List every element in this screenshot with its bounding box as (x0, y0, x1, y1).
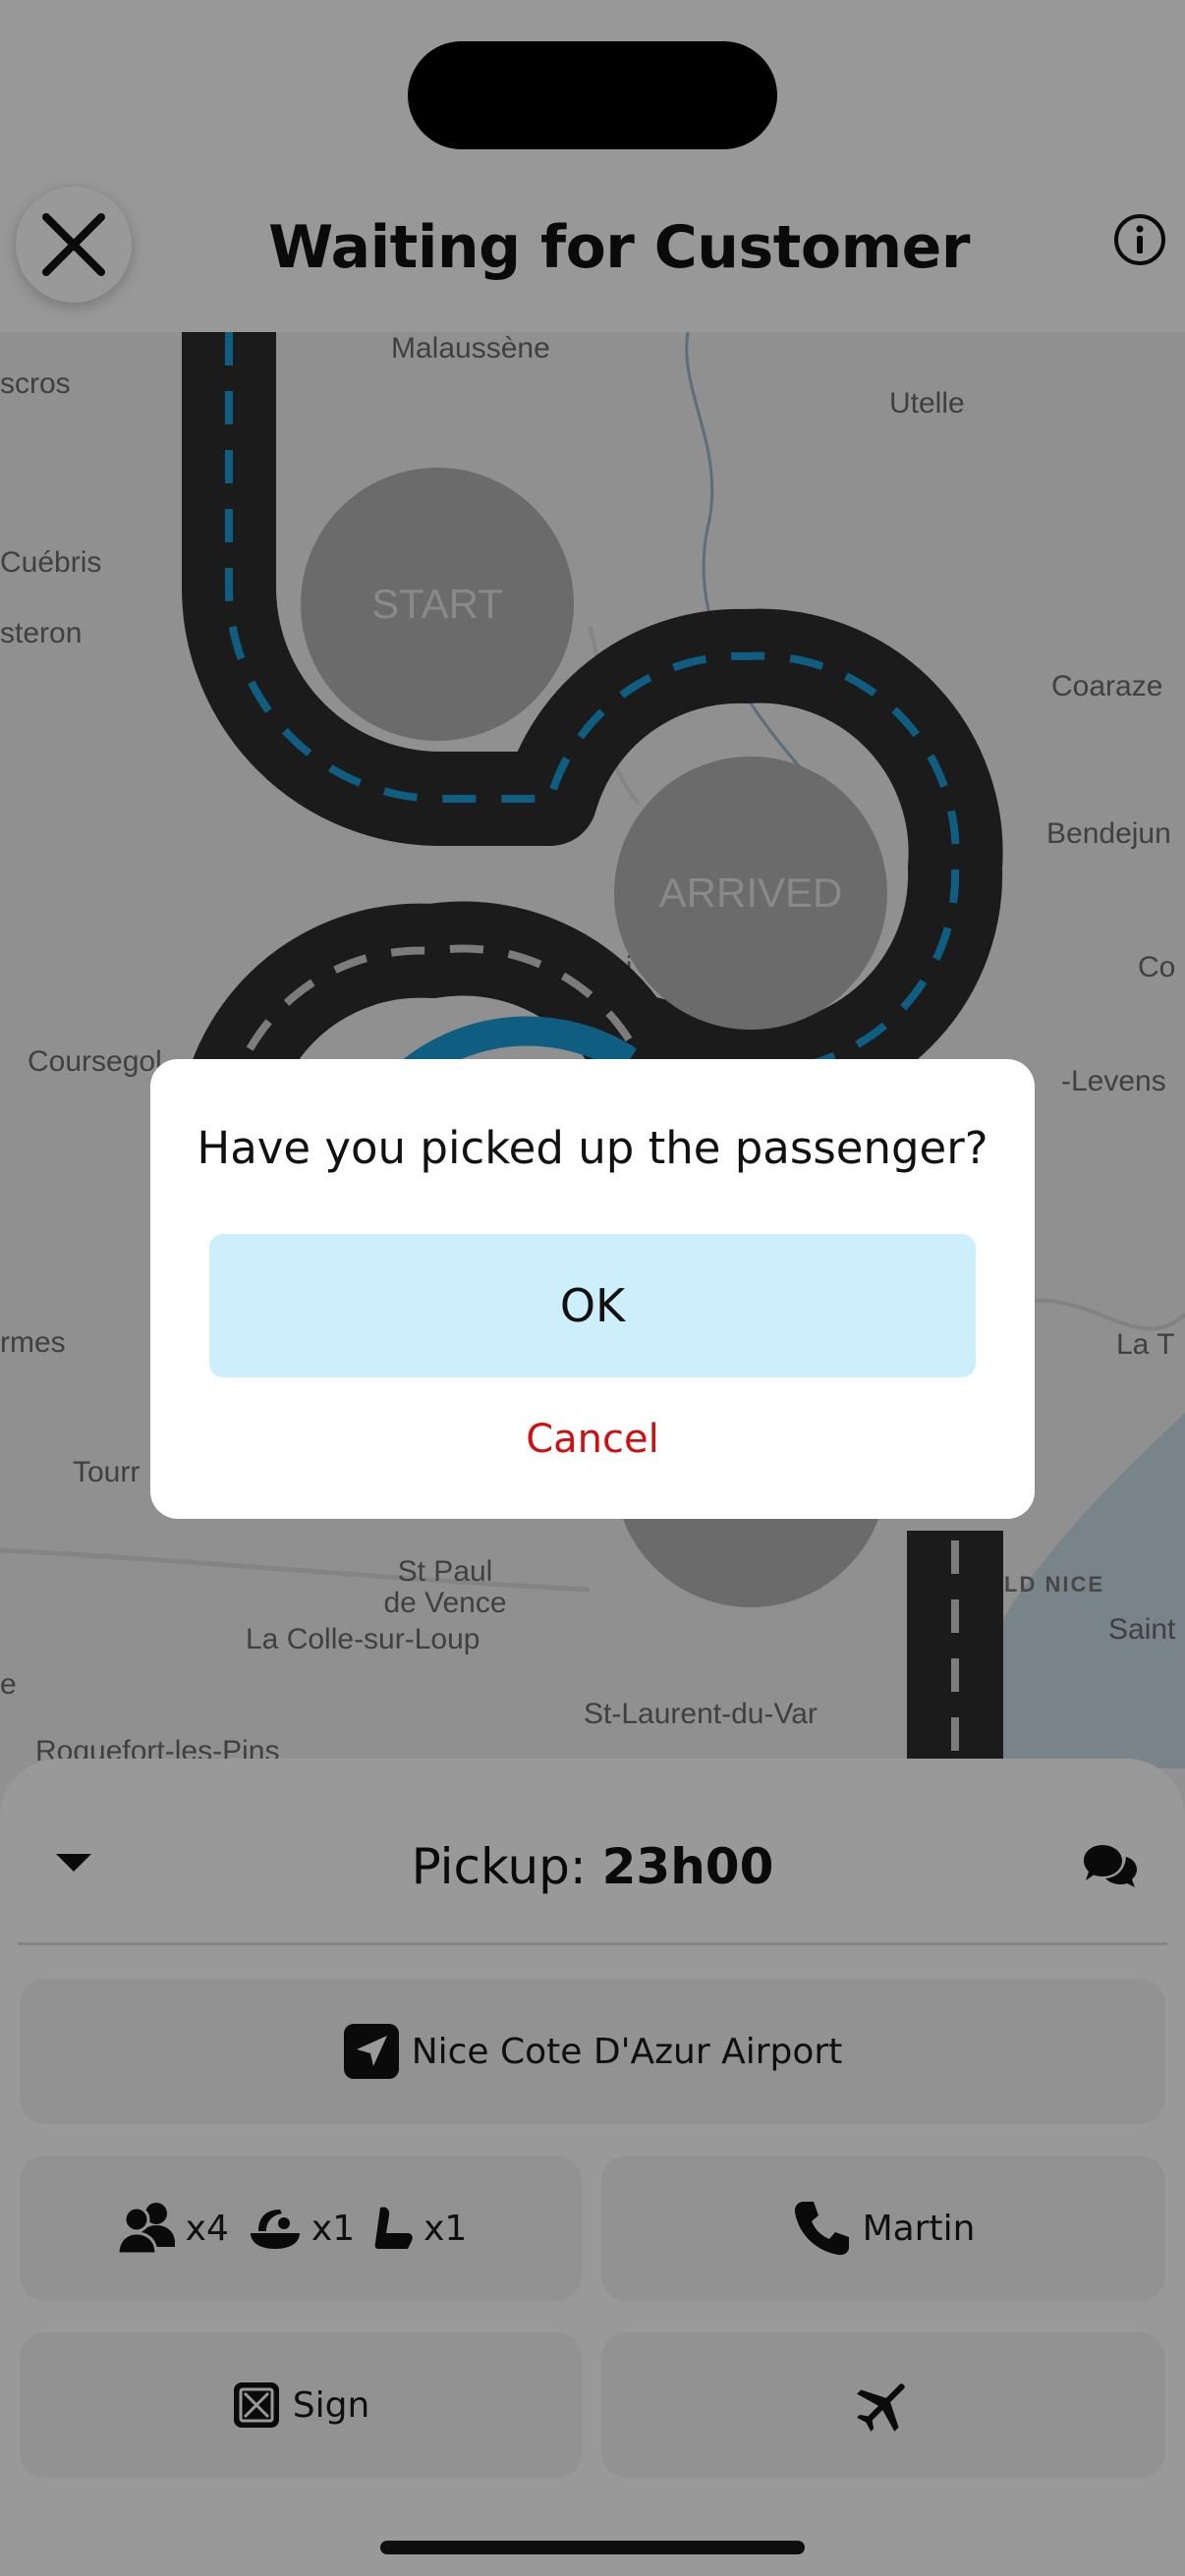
dialog-message: Have you picked up the passenger? (197, 1122, 988, 1174)
app-screen: Waiting for Customer Malaussène Utelle s… (0, 0, 1185, 2576)
confirm-pickup-dialog: Have you picked up the passenger? OK Can… (150, 1059, 1035, 1519)
ok-button[interactable]: OK (209, 1234, 976, 1377)
cancel-button[interactable]: Cancel (445, 1405, 740, 1474)
